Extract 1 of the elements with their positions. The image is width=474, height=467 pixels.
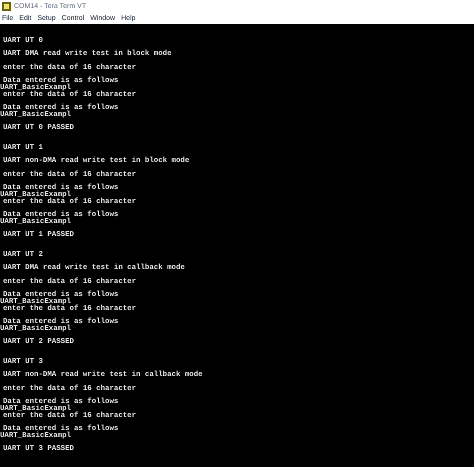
app-icon bbox=[2, 2, 11, 10]
